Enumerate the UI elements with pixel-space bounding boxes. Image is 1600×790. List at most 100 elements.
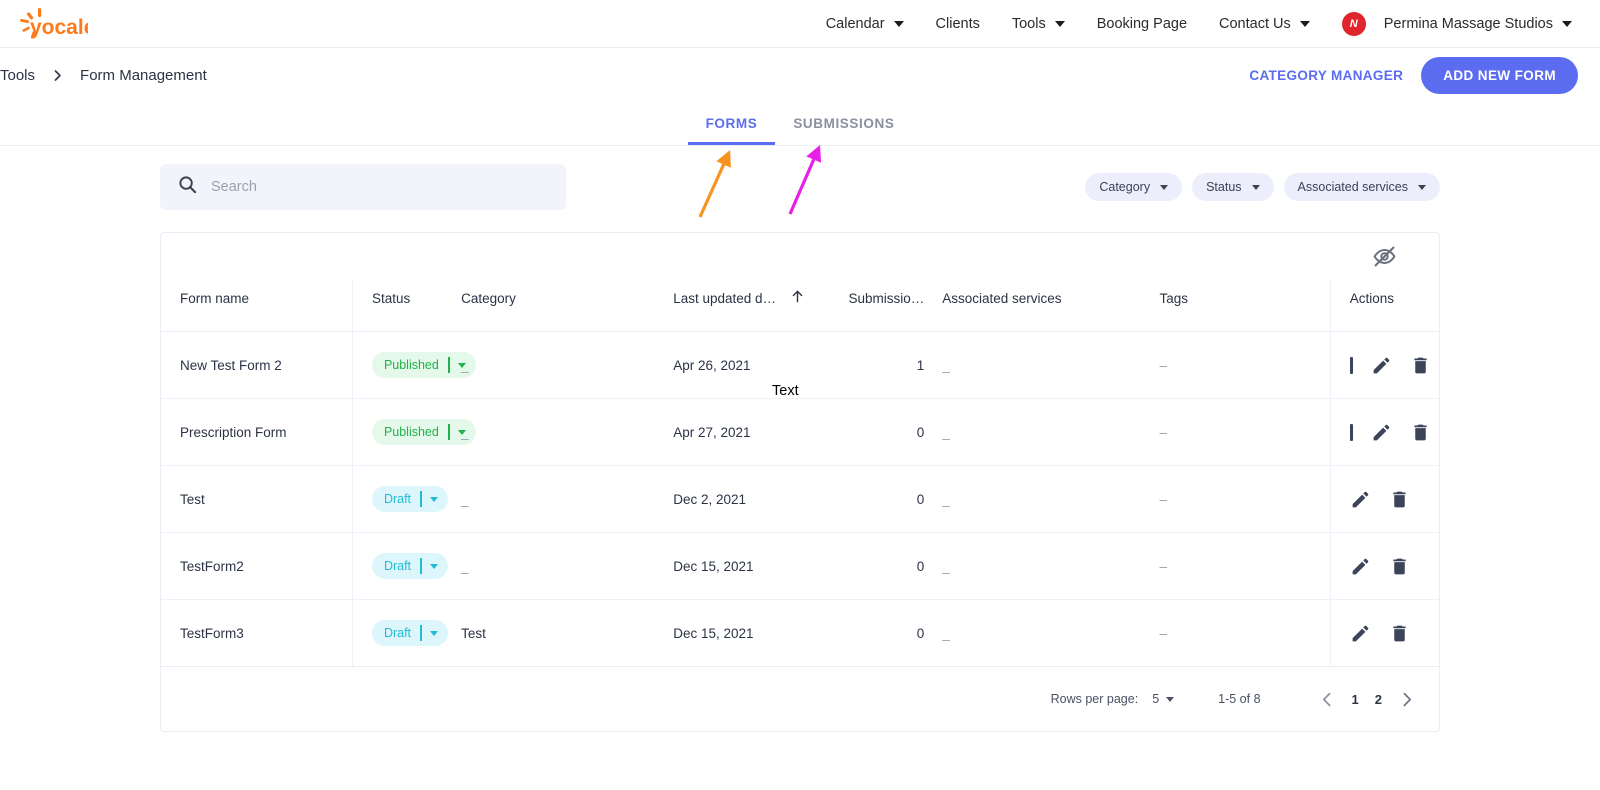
status-badge[interactable]: Draft xyxy=(371,486,449,512)
nav-item-tools[interactable]: Tools xyxy=(996,16,1081,32)
chevron-down-icon xyxy=(1251,184,1260,190)
cell-tags: – xyxy=(1159,599,1331,667)
cell-associated-services: _ xyxy=(942,599,1160,667)
cell-status: Draft xyxy=(351,532,462,600)
previous-page-icon[interactable] xyxy=(1319,691,1336,708)
table-row[interactable]: TestForm3 Draft Test Dec 15, 2021 0 _ – xyxy=(161,599,1439,667)
column-header-last-updated[interactable]: Last updated d… xyxy=(673,279,844,332)
nav-links: Calendar Clients Tools Booking Page Cont… xyxy=(810,11,1578,36)
nav-item-booking-page[interactable]: Booking Page xyxy=(1081,16,1203,32)
cell-associated-services: _ xyxy=(942,398,1160,466)
annotation-text-label: Text xyxy=(772,383,799,399)
edit-pencil-icon[interactable] xyxy=(1350,489,1371,510)
cell-tags: – xyxy=(1159,465,1331,533)
edit-pencil-icon[interactable] xyxy=(1350,556,1371,577)
cell-submissions: 0 xyxy=(843,532,943,600)
delete-trash-icon[interactable] xyxy=(1389,489,1410,510)
toolbar: Category Status Associated services xyxy=(160,146,1440,210)
search-icon xyxy=(178,175,197,199)
edit-pencil-icon[interactable] xyxy=(1371,422,1392,443)
cell-category: Test xyxy=(461,599,674,667)
column-header-form-name[interactable]: Form name xyxy=(161,279,353,332)
column-header-status[interactable]: Status xyxy=(351,279,462,332)
search-input[interactable] xyxy=(211,179,548,195)
nav-label: Clients xyxy=(935,15,980,32)
table-head: Form name Status Category Last updated d… xyxy=(161,279,1439,332)
cell-category: _ xyxy=(461,331,674,399)
delete-trash-icon[interactable] xyxy=(1389,556,1410,577)
nav-item-contact-us[interactable]: Contact Us xyxy=(1203,16,1326,32)
column-header-tags[interactable]: Tags xyxy=(1159,279,1331,332)
filter-label: Associated services xyxy=(1297,180,1408,194)
filter-status[interactable]: Status xyxy=(1192,173,1274,201)
yocale-logo[interactable]: yocale xyxy=(10,7,88,41)
tab-submissions[interactable]: SUBMISSIONS xyxy=(775,116,912,145)
cell-status: Published xyxy=(351,398,476,466)
add-new-form-button[interactable]: ADD NEW FORM xyxy=(1421,56,1578,94)
tab-forms[interactable]: FORMS xyxy=(687,116,776,145)
cell-actions xyxy=(1329,465,1439,533)
header-actions: CATEGORY MANAGER ADD NEW FORM xyxy=(1249,56,1578,94)
cell-associated-services: _ xyxy=(942,532,1160,600)
column-header-category[interactable]: Category xyxy=(461,279,674,332)
cell-last-updated: Apr 26, 2021 xyxy=(673,331,844,399)
breadcrumb-form-management[interactable]: Form Management xyxy=(80,67,207,84)
account-name: Permina Massage Studios xyxy=(1383,15,1553,32)
status-badge[interactable]: Draft xyxy=(371,553,449,579)
breadcrumb: Tools Form Management xyxy=(0,67,207,84)
vertical-bar-icon[interactable] xyxy=(1349,356,1353,374)
table-row[interactable]: Prescription Form Published _ Apr 27, 20… xyxy=(161,398,1439,466)
table-row[interactable]: Test Draft _ Dec 2, 2021 0 _ – xyxy=(161,465,1439,533)
cell-form-name: Prescription Form xyxy=(161,398,353,466)
vertical-bar-icon[interactable] xyxy=(1349,423,1353,441)
column-header-label: Last updated d… xyxy=(673,290,777,306)
cell-associated-services: _ xyxy=(942,331,1160,399)
table-row[interactable]: New Test Form 2 Published _ Apr 26, 2021… xyxy=(161,331,1439,399)
page-button-2[interactable]: 2 xyxy=(1375,692,1382,707)
top-navbar: yocale Calendar Clients Tools Booking Pa… xyxy=(0,0,1600,48)
rows-per-page-select[interactable]: 5 xyxy=(1152,692,1175,706)
category-manager-button[interactable]: CATEGORY MANAGER xyxy=(1249,68,1403,83)
pagination-range: 1-5 of 8 xyxy=(1218,692,1261,706)
delete-trash-icon[interactable] xyxy=(1389,623,1410,644)
nav-item-calendar[interactable]: Calendar xyxy=(810,16,920,32)
main-content: Category Status Associated services xyxy=(0,146,1600,732)
eye-off-icon[interactable] xyxy=(1372,244,1397,269)
column-header-submissions[interactable]: Submissio… xyxy=(843,279,943,332)
table-row[interactable]: TestForm2 Draft _ Dec 15, 2021 0 _ – xyxy=(161,532,1439,600)
status-dropdown-toggle[interactable] xyxy=(422,496,448,502)
table-header-row: Form name Status Category Last updated d… xyxy=(161,279,1439,332)
nav-label: Contact Us xyxy=(1219,15,1291,32)
delete-trash-icon[interactable] xyxy=(1410,355,1431,376)
nav-item-clients[interactable]: Clients xyxy=(920,16,996,32)
status-dropdown-toggle[interactable] xyxy=(422,630,448,636)
delete-trash-icon[interactable] xyxy=(1410,422,1431,443)
cell-tags: – xyxy=(1159,532,1331,600)
cell-actions xyxy=(1329,599,1439,667)
edit-pencil-icon[interactable] xyxy=(1350,623,1371,644)
search-box[interactable] xyxy=(160,164,566,210)
status-badge-label: Published xyxy=(383,425,439,439)
account-menu[interactable]: N Permina Massage Studios xyxy=(1326,11,1578,36)
forms-table: Form name Status Category Last updated d… xyxy=(161,279,1439,667)
cell-form-name: New Test Form 2 xyxy=(161,331,353,399)
breadcrumb-tools[interactable]: Tools xyxy=(0,67,35,84)
avatar: N xyxy=(1341,11,1366,36)
filter-category[interactable]: Category xyxy=(1085,173,1183,201)
page-button-1[interactable]: 1 xyxy=(1352,692,1359,707)
cell-form-name: TestForm3 xyxy=(161,599,353,667)
cell-form-name: TestForm2 xyxy=(161,532,353,600)
yocale-logo-mark: yocale xyxy=(20,7,88,39)
filter-associated-services[interactable]: Associated services xyxy=(1283,173,1440,201)
chevron-down-icon xyxy=(1166,696,1175,702)
cell-last-updated: Dec 2, 2021 xyxy=(673,465,844,533)
next-page-icon[interactable] xyxy=(1398,691,1415,708)
chevron-down-icon xyxy=(1054,20,1065,27)
status-badge-label: Draft xyxy=(383,559,412,573)
status-badge[interactable]: Draft xyxy=(371,620,449,646)
sort-ascending-icon[interactable] xyxy=(790,289,805,307)
status-dropdown-toggle[interactable] xyxy=(422,563,448,569)
edit-pencil-icon[interactable] xyxy=(1371,355,1392,376)
nav-label: Booking Page xyxy=(1096,15,1188,32)
column-header-associated-services[interactable]: Associated services xyxy=(942,279,1160,332)
